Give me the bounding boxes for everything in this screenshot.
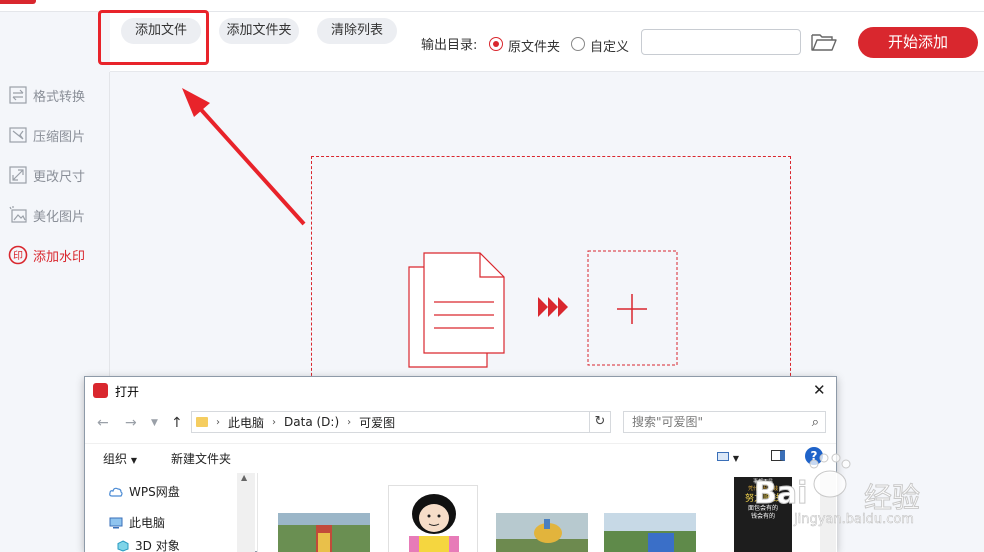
help-icon[interactable]: ?: [805, 447, 823, 465]
tree-scrollbar[interactable]: [237, 473, 255, 552]
back-icon[interactable]: ←: [97, 415, 109, 431]
stamp-icon: 印: [8, 245, 28, 265]
tree-item-3d-objects[interactable]: 3D 对象: [117, 537, 180, 552]
dialog-title: 打开: [115, 385, 140, 399]
start-button[interactable]: 开始添加: [858, 27, 978, 58]
preview-pane-icon[interactable]: [771, 450, 785, 464]
book-cover-line: 钱会有的: [750, 513, 775, 520]
chevron-right-icon: ›: [272, 416, 277, 428]
sidebar-item-resize[interactable]: 更改尺寸: [8, 164, 108, 186]
search-input[interactable]: 搜索"可爱图" ⌕: [623, 411, 826, 433]
drop-zone[interactable]: [311, 156, 791, 386]
chevron-right-icon: ›: [216, 416, 220, 428]
thumbnail-image[interactable]: [278, 513, 370, 552]
sidebar-item-format[interactable]: 格式转换: [8, 84, 108, 106]
sidebar-item-label: 美化图片: [33, 209, 86, 225]
folder-icon: [196, 417, 208, 427]
app-logo: [0, 0, 36, 4]
chevron-right-icon: ›: [347, 416, 352, 428]
sidebar-item-label: 压缩图片: [33, 129, 86, 145]
close-icon[interactable]: ✕: [813, 381, 826, 399]
sidebar-item-label: 更改尺寸: [33, 169, 86, 185]
highlight-annotation: [98, 10, 209, 65]
resize-icon: [9, 166, 27, 184]
view-thumbnail-icon: [717, 452, 729, 461]
new-folder-button[interactable]: 新建文件夹: [171, 450, 231, 467]
tree-item-label: 此电脑: [129, 516, 166, 530]
up-icon[interactable]: ↑: [171, 415, 183, 431]
computer-icon: [109, 517, 123, 528]
book-cover-text: 事都不是 凭什么乱花钱 努力赚钱 面包会有的 钱会有的: [734, 479, 792, 521]
swap-icon: [9, 86, 27, 104]
sidebar-item-label: 格式转换: [33, 89, 86, 105]
command-bar: 组织 ▼ 新建文件夹 ▼ ?: [85, 443, 836, 471]
book-cover-line: 事都不是: [752, 479, 773, 485]
organize-label: 组织: [103, 452, 128, 466]
tree-item-label: WPS网盘: [129, 485, 180, 499]
sidebar-item-label: 添加水印: [33, 249, 86, 265]
tree-item-this-pc[interactable]: 此电脑: [109, 514, 165, 531]
radio-original-folder[interactable]: [489, 37, 503, 51]
radio-custom[interactable]: [571, 37, 585, 51]
tree-item-wps[interactable]: WPS网盘: [109, 483, 180, 500]
file-list-scrollbar[interactable]: [820, 473, 836, 552]
document-icon: [408, 252, 505, 368]
stamp-glyph: 印: [13, 250, 23, 262]
view-icon[interactable]: ▼: [717, 450, 739, 464]
dialog-app-icon: [93, 383, 108, 398]
browse-folder-icon[interactable]: [810, 31, 838, 53]
radio-custom-label: 自定义: [590, 40, 630, 55]
output-path-input[interactable]: [641, 29, 801, 55]
book-cover-line: 凭什么乱花钱: [747, 486, 778, 492]
beautify-icon: [9, 206, 27, 223]
breadcrumb-item[interactable]: 可爱图: [359, 414, 395, 431]
forward-icon[interactable]: →: [125, 415, 137, 431]
output-dir-label: 输出目录:: [421, 38, 478, 53]
thumbnail-image[interactable]: [388, 485, 478, 552]
sidebar-item-beautify[interactable]: 美化图片: [8, 204, 108, 226]
compress-icon: [9, 127, 27, 143]
tree-item-label: 3D 对象: [135, 539, 180, 552]
cloud-icon: [109, 487, 123, 497]
thumbnail-image[interactable]: [604, 513, 696, 552]
book-cover-line: 努力赚钱: [744, 494, 781, 504]
add-icon[interactable]: [587, 250, 678, 366]
radio-original-folder-label: 原文件夹: [508, 40, 561, 55]
search-placeholder: 搜索"可爱图": [632, 415, 704, 429]
chevron-down-icon: ▼: [130, 456, 137, 465]
triple-arrow-icon: [538, 297, 568, 317]
organize-menu[interactable]: 组织 ▼: [103, 450, 137, 467]
breadcrumb-item[interactable]: Data (D:): [284, 415, 339, 429]
address-bar[interactable]: › 此电脑 › Data (D:) › 可爱图 ⌄: [191, 411, 610, 433]
thumbnail-image[interactable]: [496, 513, 588, 552]
navigation-tree: WPS网盘 此电脑 3D 对象: [85, 473, 255, 552]
file-list: 事都不是 凭什么乱花钱 努力赚钱 面包会有的 钱会有的: [257, 473, 837, 552]
thumbnail-image[interactable]: 事都不是 凭什么乱花钱 努力赚钱 面包会有的 钱会有的: [734, 477, 792, 552]
book-cover-line: 面包会有的: [747, 505, 778, 512]
refresh-icon[interactable]: ↻: [589, 411, 611, 433]
clear-list-button[interactable]: 清除列表: [317, 18, 397, 44]
recent-dropdown-icon[interactable]: ▼: [151, 418, 158, 428]
pane-icon: [771, 450, 785, 461]
add-folder-button[interactable]: 添加文件夹: [219, 18, 299, 44]
sidebar-item-watermark[interactable]: 印 添加水印: [8, 244, 108, 266]
sidebar-item-compress[interactable]: 压缩图片: [8, 124, 108, 146]
cube-icon: [117, 539, 129, 552]
search-icon: ⌕: [811, 415, 819, 430]
open-file-dialog: 打开 ✕ ← → ▼ ↑ › 此电脑 › Data (D:) › 可爱图 ⌄ ↻…: [84, 376, 837, 552]
breadcrumb-item[interactable]: 此电脑: [228, 414, 264, 431]
chevron-down-icon: ▼: [732, 454, 739, 463]
